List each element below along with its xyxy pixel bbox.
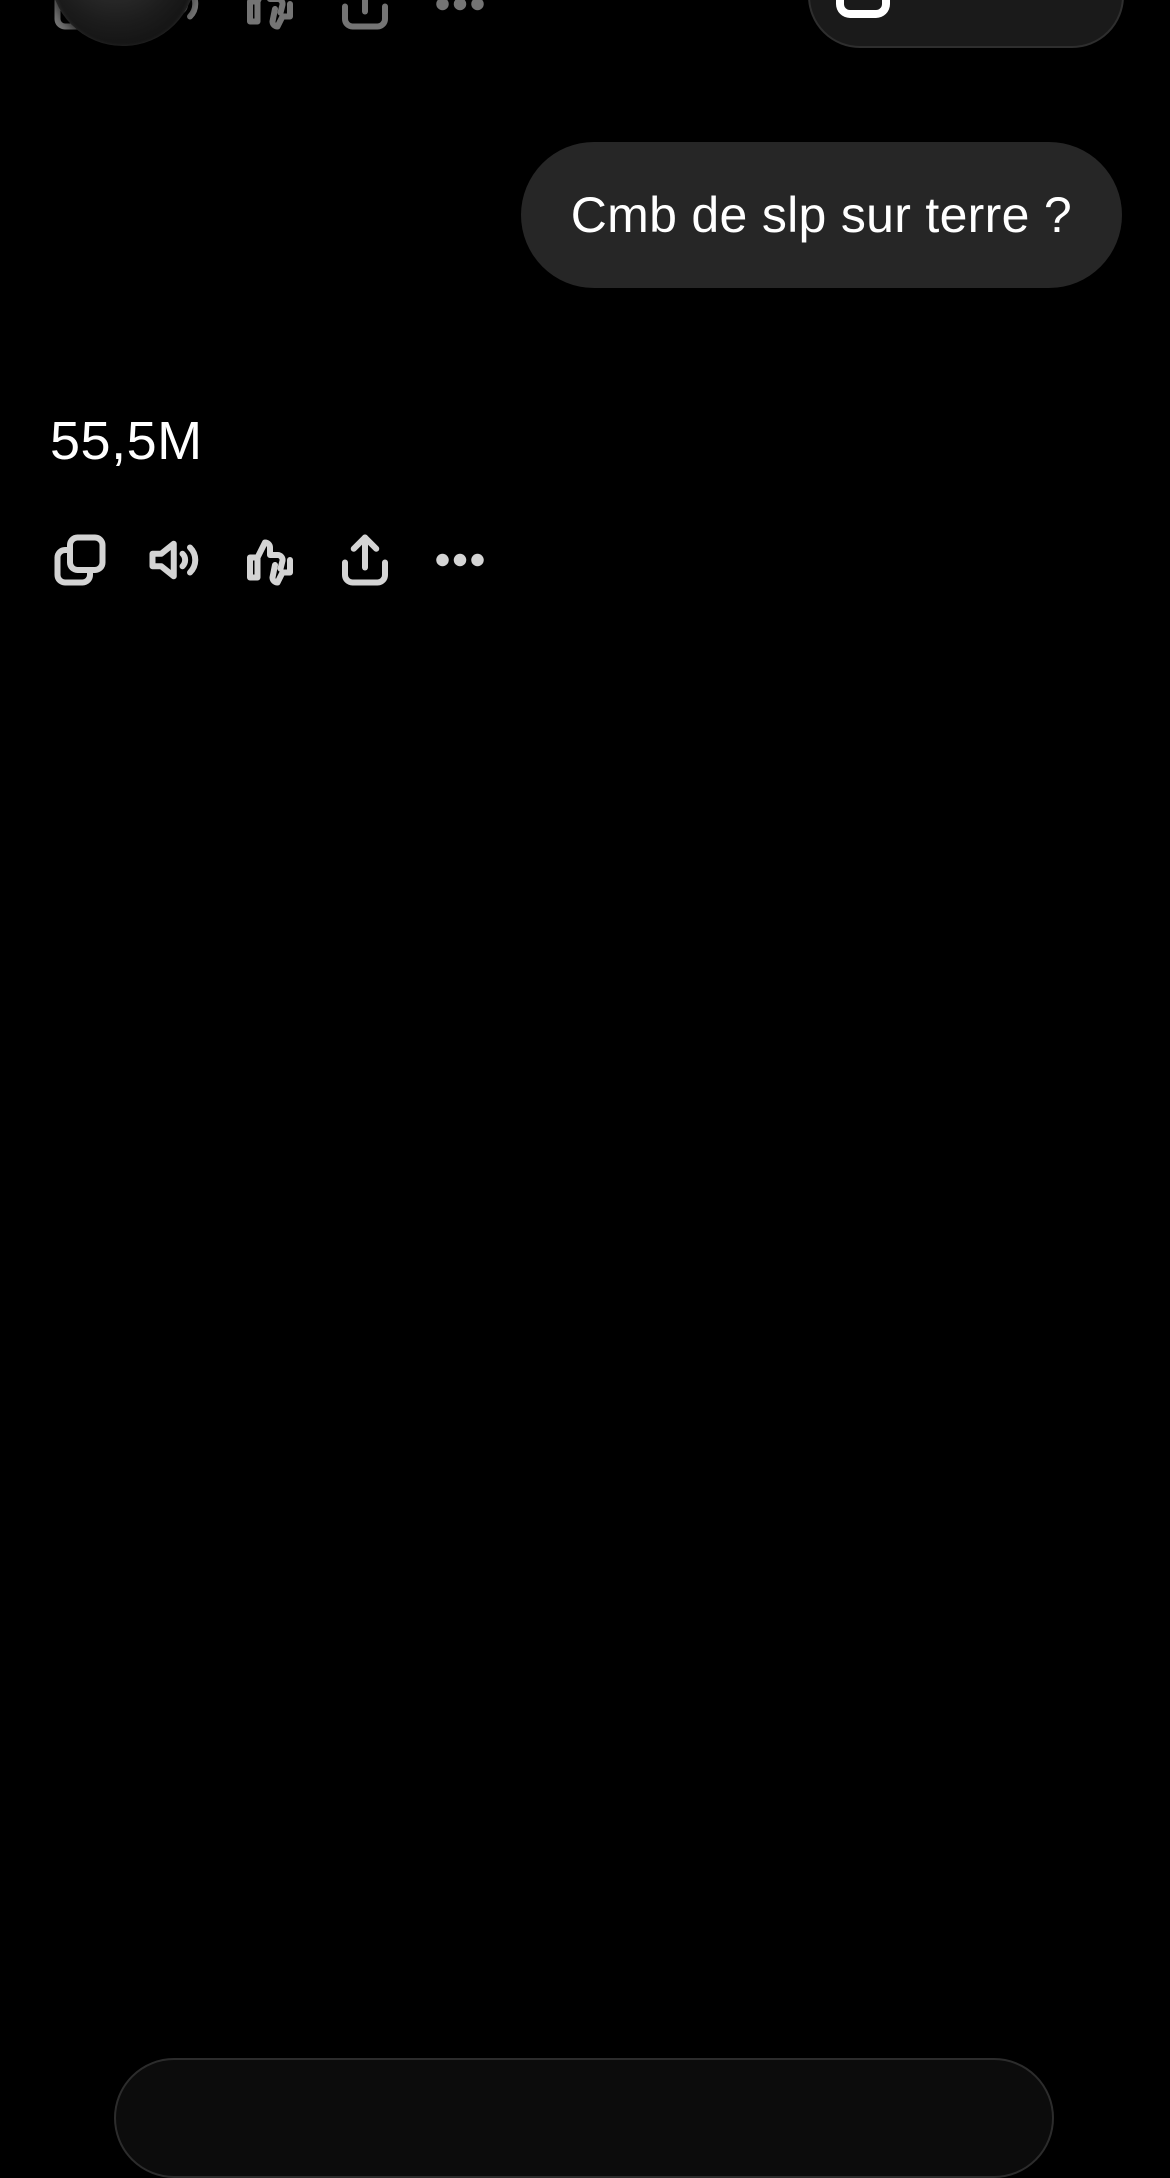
scroll-pill-button[interactable] bbox=[808, 0, 1124, 48]
copy-icon[interactable] bbox=[48, 528, 112, 592]
assistant-message-text: 55,5M bbox=[50, 411, 203, 471]
user-message-bubble: Cmb de slp sur terre ? bbox=[520, 142, 1122, 288]
more-icon[interactable] bbox=[428, 0, 492, 36]
thumbs-icon[interactable] bbox=[238, 528, 302, 592]
share-icon[interactable] bbox=[333, 0, 397, 36]
share-icon[interactable] bbox=[333, 528, 397, 592]
floating-action-button[interactable] bbox=[50, 0, 196, 46]
more-icon[interactable] bbox=[428, 528, 492, 592]
speaker-icon[interactable] bbox=[143, 528, 207, 592]
pill-icon bbox=[836, 0, 890, 18]
assistant-message-actions bbox=[48, 528, 523, 592]
thumbs-icon[interactable] bbox=[238, 0, 302, 36]
message-composer[interactable] bbox=[114, 2058, 1054, 2178]
